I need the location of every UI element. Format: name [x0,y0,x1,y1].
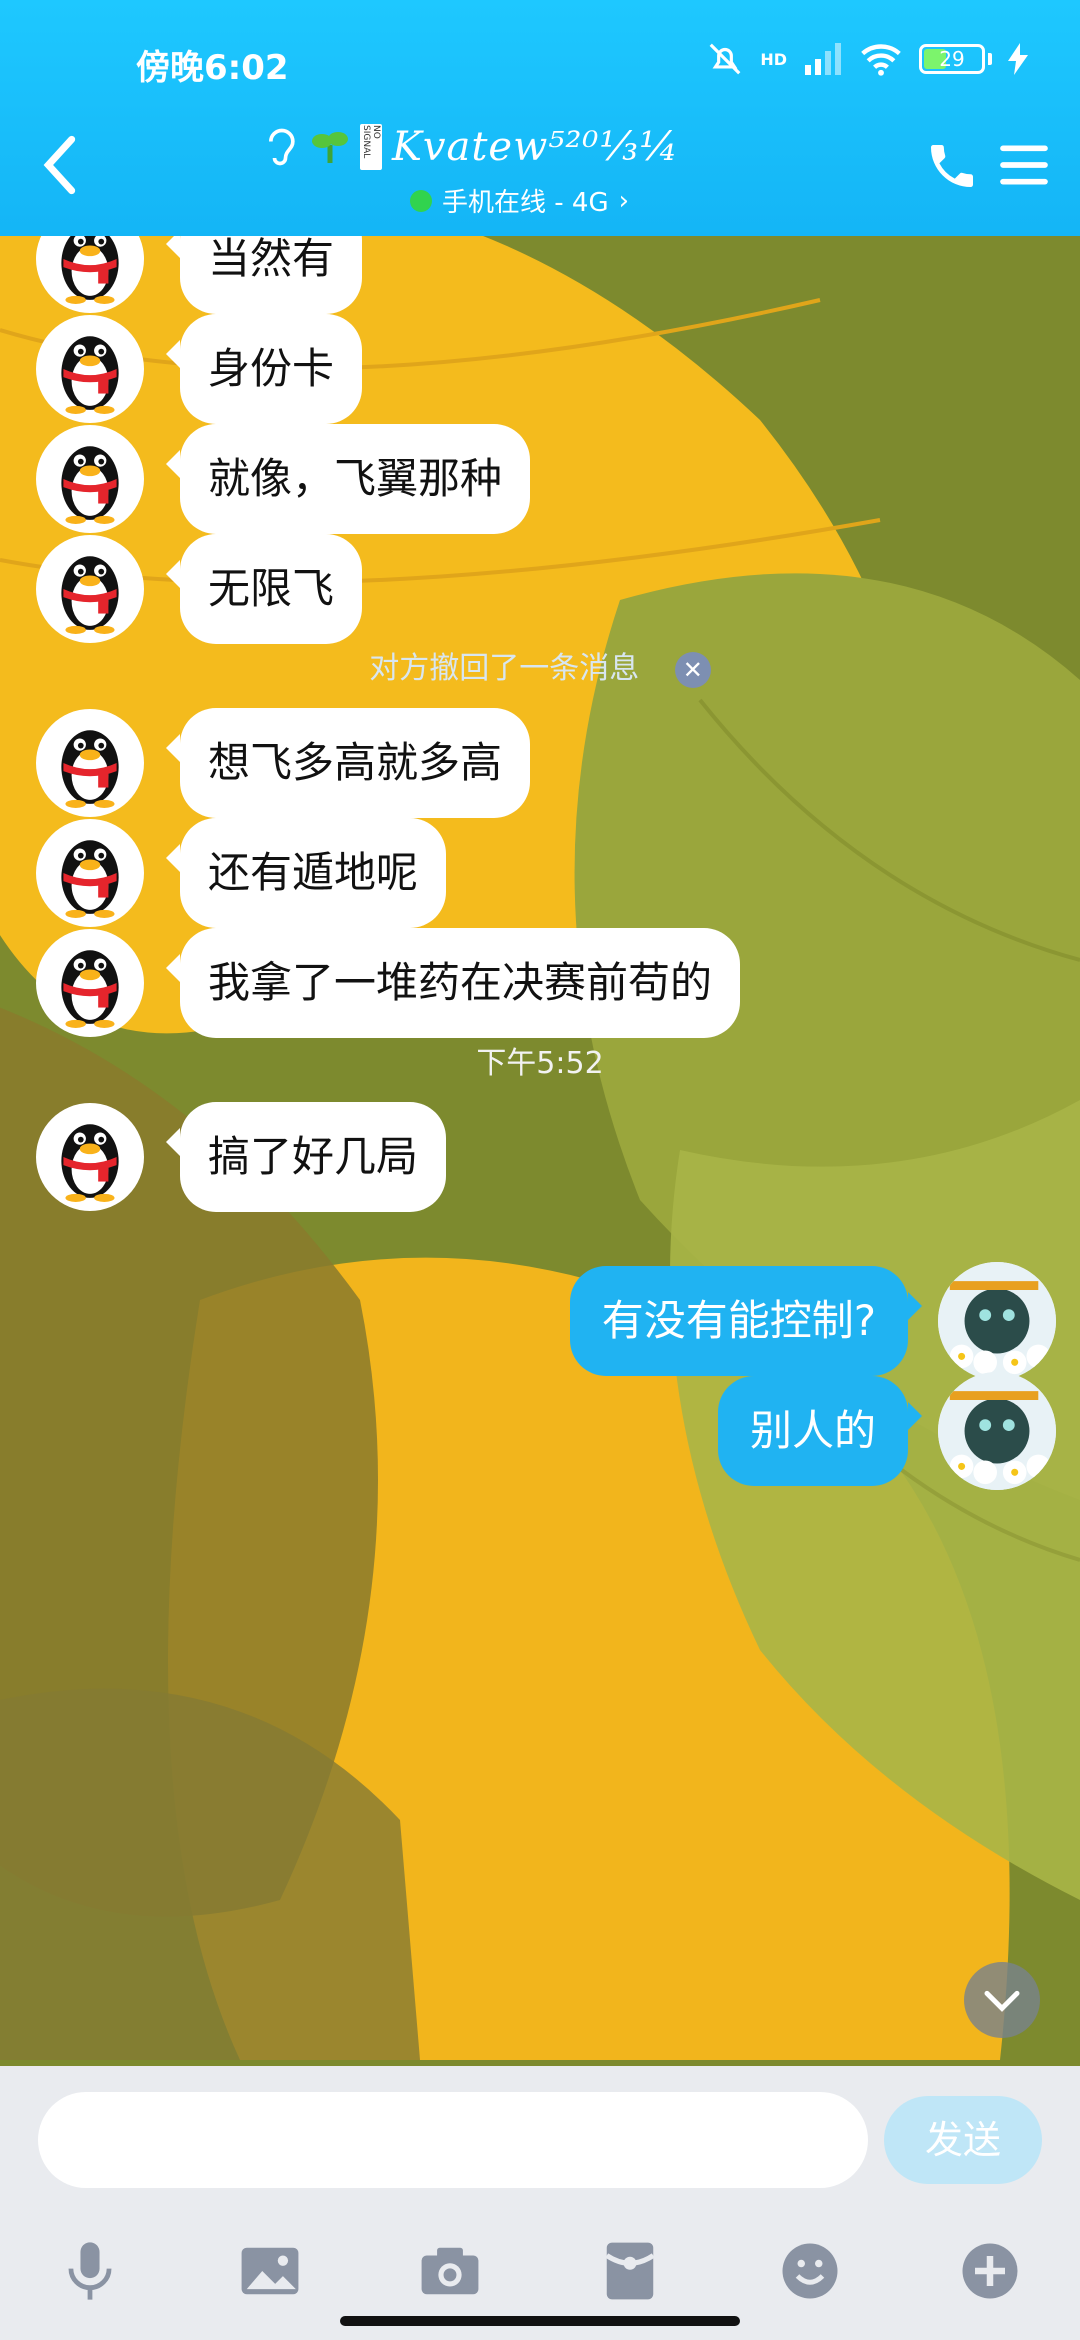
plus-icon [962,2243,1018,2299]
vip-badge: NO SIGNAL [360,124,382,170]
top-bar: 傍晚6:02 HD 29 NO SIGNAL Kvatew⁵²⁰⅓¼ 手机在线 … [0,0,1080,236]
contact-avatar[interactable] [36,425,144,533]
recall-notice-text: 对方撤回了一条消息 [369,651,640,686]
back-button[interactable] [30,130,90,200]
red-packet-icon [605,2242,655,2300]
emoji-icon [782,2243,838,2299]
message-list[interactable]: 当然有 身份卡 就像，飞翼那种 无限飞 对方撤回了一条消息 ✕ 想飞多高就多高 … [0,204,1080,2066]
more-button[interactable] [955,2236,1025,2306]
contact-avatar[interactable] [36,819,144,927]
penguin-icon [61,950,119,1028]
message-bubble[interactable]: 身份卡 [165,314,363,424]
chevron-down-icon [984,1990,1020,2012]
home-indicator[interactable] [340,2316,740,2326]
image-icon [241,2247,299,2295]
image-button[interactable] [235,2236,305,2306]
camera-icon [421,2247,479,2295]
close-icon[interactable]: ✕ [674,651,711,688]
message-row: 无限飞 [36,534,363,644]
message-row: 还有遁地呢 [36,818,447,928]
chat-title[interactable]: NO SIGNAL Kvatew⁵²⁰⅓¼ [260,124,679,170]
contact-avatar[interactable] [36,1103,144,1211]
message-row: 想飞多高就多高 [36,708,531,818]
message-row: 身份卡 [36,314,363,424]
battery-icon: 29 [919,44,985,74]
message-row: 搞了好几局 [36,1102,447,1212]
signal-icon [805,43,841,75]
contact-avatar[interactable] [36,315,144,423]
message-row: 我拿了一堆药在决赛前苟的 [36,928,741,1038]
camera-button[interactable] [415,2236,485,2306]
scroll-to-bottom-button[interactable] [964,1962,1040,2038]
sticker-avatar-icon [938,1372,1056,1490]
message-bubble[interactable]: 想飞多高就多高 [165,708,531,818]
mute-bell-icon [709,43,741,75]
composer-toolbar [0,2236,1080,2306]
sticker-avatar-icon [938,1262,1056,1380]
chevron-right-icon: › [618,185,630,216]
battery-nub [988,53,992,65]
hd-badge: HD [760,49,787,69]
message-row-outgoing: 别人的 [717,1372,1056,1490]
online-dot-icon [410,189,432,212]
time-separator: 下午5:52 [476,1046,604,1081]
status-time: 傍晚6:02 [136,48,289,88]
penguin-icon [61,730,119,808]
contact-name: Kvatew⁵²⁰⅓¼ [392,124,679,170]
phone-call-button[interactable] [924,138,980,194]
message-bubble[interactable]: 就像，飞翼那种 [165,424,531,534]
wifi-icon [861,44,901,76]
penguin-icon [61,336,119,414]
online-status-text: 手机在线 - 4G [442,188,609,218]
emoji-button[interactable] [775,2236,845,2306]
penguin-icon [61,556,119,634]
my-avatar[interactable] [938,1372,1056,1490]
message-bubble[interactable]: 搞了好几局 [165,1102,447,1212]
red-packet-button[interactable] [595,2236,665,2306]
penguin-icon [61,840,119,918]
contact-avatar[interactable] [36,929,144,1037]
message-row-outgoing: 有没有能控制? [569,1262,1056,1380]
penguin-icon [61,446,119,524]
battery-level: 29 [939,47,965,71]
message-bubble[interactable]: 还有遁地呢 [165,818,447,928]
composer: 发送 [0,2066,1080,2340]
online-status[interactable]: 手机在线 - 4G › [410,182,629,219]
sprout-icon [312,132,348,163]
contact-avatar[interactable] [36,709,144,817]
message-bubble[interactable]: 无限飞 [165,534,363,644]
nav-bar: NO SIGNAL Kvatew⁵²⁰⅓¼ 手机在线 - 4G › [0,120,1080,230]
message-bubble[interactable]: 我拿了一堆药在决赛前苟的 [165,928,741,1038]
my-avatar[interactable] [938,1262,1056,1380]
penguin-icon [61,1124,119,1202]
message-bubble-outgoing[interactable]: 有没有能控制? [569,1266,923,1376]
charging-bolt-icon [1008,43,1028,75]
voice-button[interactable] [55,2236,125,2306]
contact-avatar[interactable] [36,535,144,643]
message-row: 就像，飞翼那种 [36,424,531,534]
message-bubble-outgoing[interactable]: 别人的 [717,1376,923,1486]
message-input[interactable] [38,2092,868,2188]
ear-icon [269,128,295,166]
status-icons: HD 29 [706,40,1028,78]
recall-notice: 对方撤回了一条消息 ✕ [0,643,1080,688]
status-bar: 傍晚6:02 HD 29 [0,38,1080,88]
send-button[interactable]: 发送 [884,2096,1042,2184]
menu-button[interactable] [998,142,1050,188]
mic-icon [68,2242,112,2300]
